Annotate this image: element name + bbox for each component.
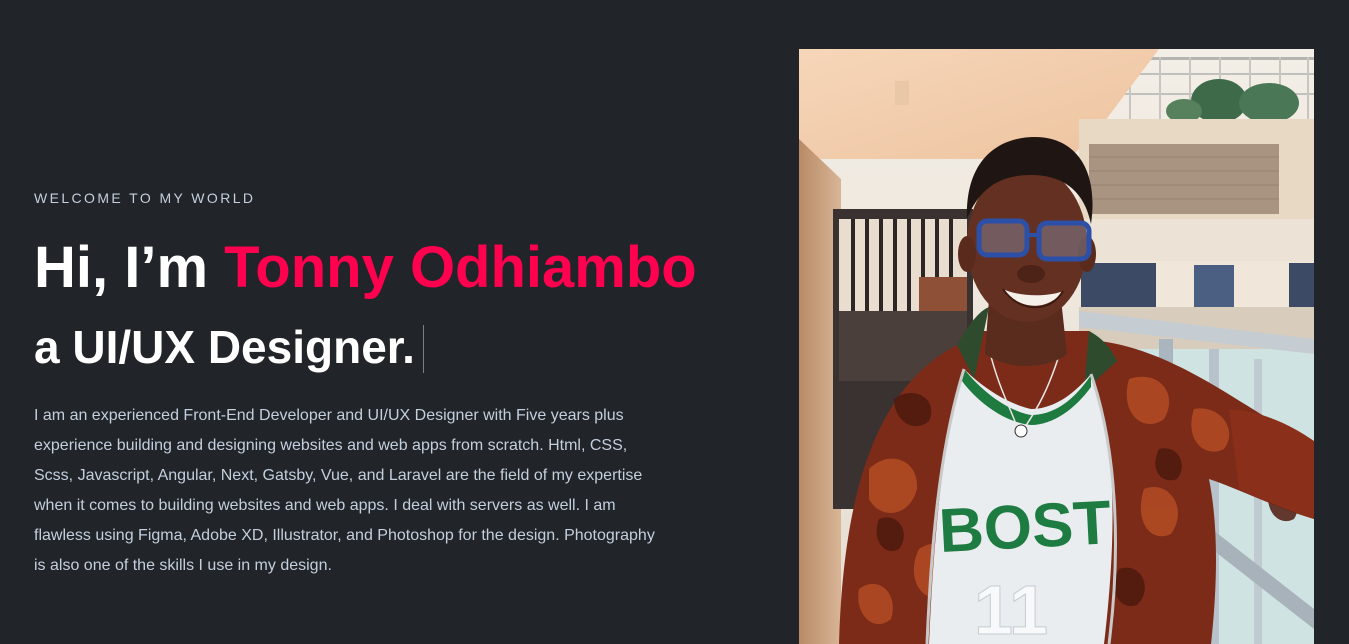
- typing-cursor: [422, 325, 424, 373]
- hero-headline: Hi, I’m Tonny Odhiambo: [34, 234, 697, 302]
- name-highlight: Tonny Odhiambo: [224, 235, 697, 300]
- shirt-lettering: BOST: [937, 488, 1113, 566]
- bio-paragraph: I am an experienced Front-End Developer …: [34, 407, 655, 574]
- role-typewriter: a UI/UX Designer.: [34, 318, 424, 376]
- role-text: a UI/UX Designer.: [34, 321, 415, 373]
- greeting-text: Hi, I’m: [34, 235, 225, 300]
- profile-photo: BOST 11: [799, 49, 1314, 644]
- profile-photo-illustration: BOST 11: [799, 49, 1314, 644]
- welcome-eyebrow: WELCOME TO MY WORLD: [34, 190, 256, 206]
- shirt-number: 11: [974, 571, 1048, 644]
